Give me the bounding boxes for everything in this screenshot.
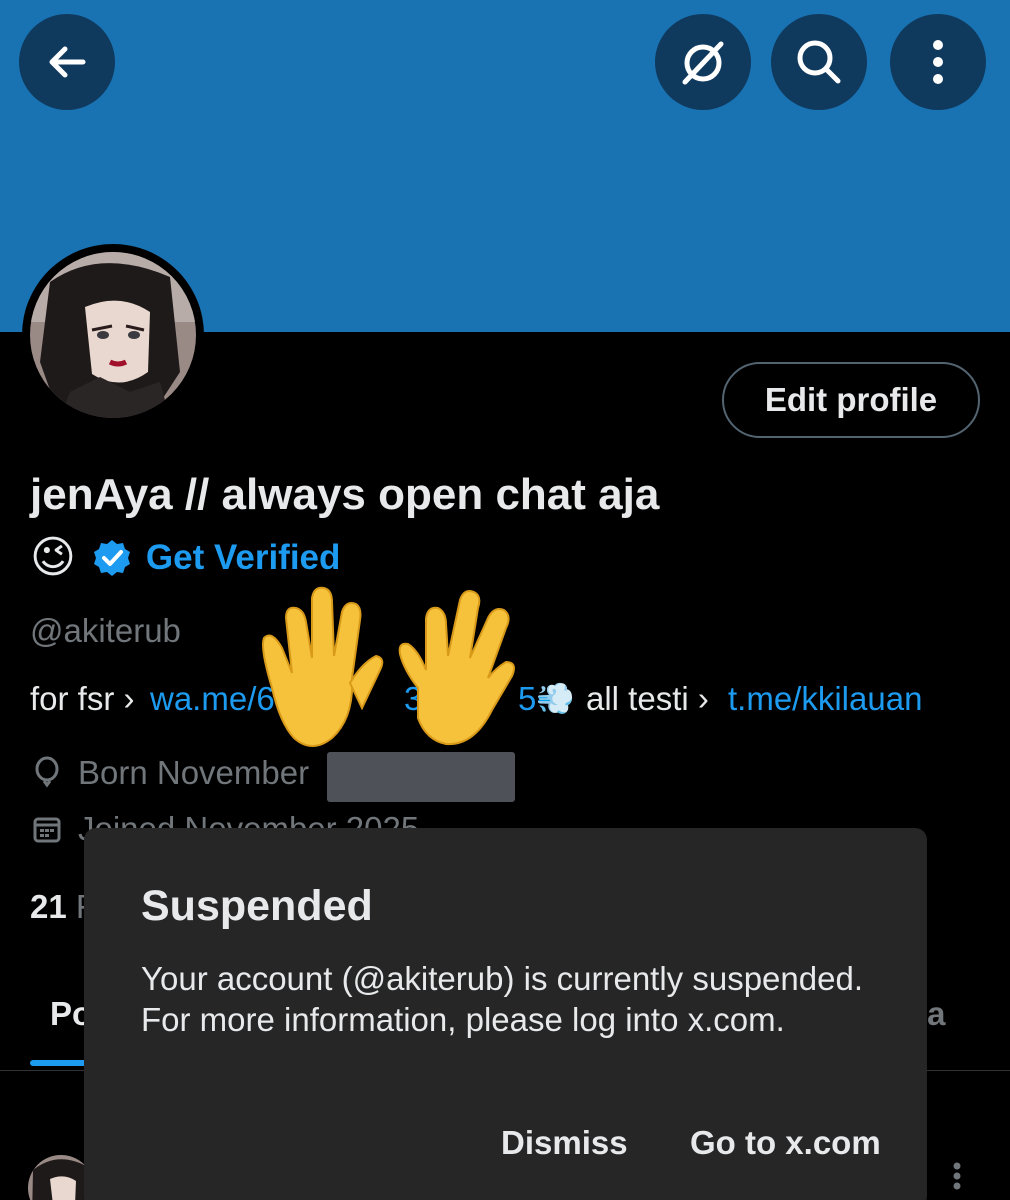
more-vertical-icon bbox=[953, 1162, 961, 1190]
more-options-button[interactable] bbox=[890, 14, 986, 110]
dialog-message: Your account (@akiterub) is currently su… bbox=[141, 960, 863, 1038]
suspended-dialog: Suspended Your account (@akiterub) is cu… bbox=[84, 828, 927, 1200]
bio-prefix: for fsr › bbox=[30, 680, 135, 717]
profile-handle: @akiterub bbox=[30, 612, 181, 649]
more-vertical-icon bbox=[933, 40, 943, 84]
bio-link-telegram[interactable]: t.me/kkilauan bbox=[728, 680, 922, 718]
balloon-icon bbox=[30, 756, 64, 790]
search-icon bbox=[797, 40, 841, 84]
dismiss-button[interactable]: Dismiss bbox=[501, 1124, 628, 1162]
following-count: 21 bbox=[30, 888, 67, 925]
edit-profile-button[interactable]: Edit profile bbox=[722, 362, 980, 438]
raised-hands-emoji bbox=[250, 578, 550, 758]
go-to-x-button[interactable]: Go to x.com bbox=[690, 1124, 881, 1162]
wink-emoji: 😉 bbox=[30, 533, 76, 582]
birthday-row: Born November bbox=[30, 754, 309, 792]
verified-badge-icon[interactable] bbox=[92, 538, 132, 578]
grok-icon bbox=[682, 41, 724, 85]
search-button[interactable] bbox=[771, 14, 867, 110]
back-button[interactable] bbox=[19, 14, 115, 110]
dialog-title: Suspended bbox=[141, 882, 373, 930]
born-label: Born November bbox=[78, 754, 310, 791]
post-more-button[interactable] bbox=[950, 1160, 964, 1200]
calendar-icon bbox=[30, 812, 64, 846]
avatar-image bbox=[30, 252, 196, 418]
profile-avatar[interactable] bbox=[22, 244, 204, 426]
get-verified-link[interactable]: Get Verified bbox=[146, 538, 341, 578]
redaction-block bbox=[327, 752, 515, 802]
bio-middle: all testi › bbox=[586, 680, 709, 717]
display-name: jenAya // always open chat aja bbox=[30, 470, 660, 519]
arrow-left-icon bbox=[49, 46, 86, 78]
grok-button[interactable] bbox=[655, 14, 751, 110]
